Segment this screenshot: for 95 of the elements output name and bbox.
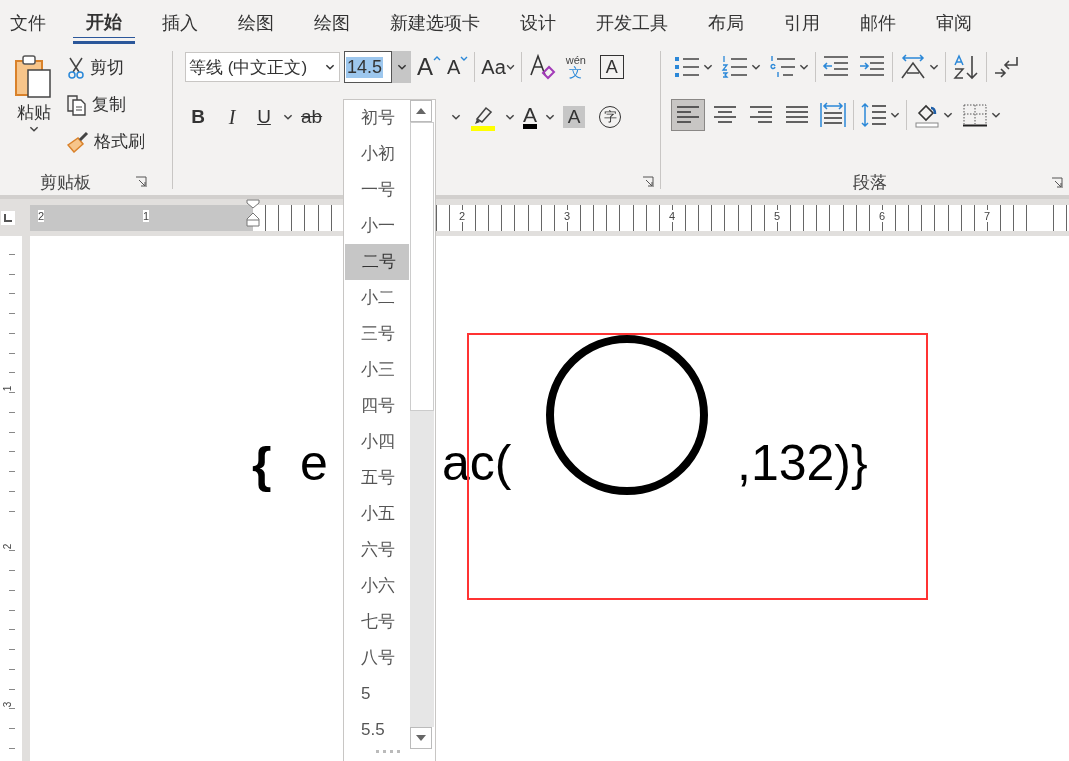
caret-icon bbox=[929, 64, 939, 70]
field-code-text: ,132)} bbox=[737, 434, 868, 492]
clear-formatting-icon[interactable] bbox=[527, 53, 556, 81]
caret-icon bbox=[799, 64, 809, 70]
line-spacing-icon bbox=[860, 102, 888, 128]
caret-icon bbox=[325, 64, 335, 70]
caret-icon bbox=[460, 56, 469, 61]
dialog-launcher-icon[interactable] bbox=[135, 176, 147, 188]
font-size-option[interactable]: 五号 bbox=[344, 460, 409, 496]
ribbon-tab[interactable]: 开发工具 bbox=[583, 0, 681, 45]
caret-icon bbox=[991, 112, 1001, 118]
font-size-option[interactable]: 小三 bbox=[344, 352, 409, 388]
sort-icon bbox=[952, 54, 980, 80]
ribbon-tab[interactable]: 绘图 bbox=[301, 0, 363, 45]
caret-icon bbox=[505, 114, 515, 120]
text-direction-icon bbox=[899, 54, 927, 80]
font-size-option[interactable]: 一号 bbox=[344, 172, 409, 208]
ribbon-tab[interactable]: 新建选项卡 bbox=[377, 0, 493, 45]
caret-icon bbox=[890, 112, 900, 118]
caret-icon bbox=[545, 114, 555, 120]
caret-icon bbox=[751, 64, 761, 70]
font-size-dropdown-button[interactable] bbox=[392, 51, 411, 83]
character-shading-button[interactable]: A bbox=[563, 106, 585, 128]
ribbon-tab[interactable]: 插入 bbox=[149, 0, 211, 45]
paint-bucket-icon bbox=[913, 102, 941, 128]
ribbon-tab[interactable]: 审阅 bbox=[923, 0, 985, 45]
tab-selector-icon[interactable] bbox=[1, 210, 15, 225]
distribute-icon bbox=[819, 102, 847, 128]
font-size-option[interactable]: 八号 bbox=[344, 640, 409, 676]
caret-icon bbox=[283, 114, 293, 120]
group-label: 剪贴板 bbox=[40, 171, 91, 194]
bulleted-list-icon bbox=[673, 54, 701, 80]
align-left-button[interactable] bbox=[671, 99, 705, 131]
bold-button[interactable]: B bbox=[185, 102, 211, 132]
brush-icon bbox=[66, 130, 90, 153]
ribbon-tab[interactable]: 绘图 bbox=[225, 0, 287, 45]
font-size-option[interactable]: 三号 bbox=[344, 316, 409, 352]
group-label: 段落 bbox=[853, 171, 887, 194]
scrollbar-thumb[interactable] bbox=[410, 122, 434, 411]
copy-icon bbox=[66, 93, 88, 116]
font-size-option[interactable]: 七号 bbox=[344, 604, 409, 640]
scroll-up-icon[interactable] bbox=[410, 100, 432, 122]
vertical-ruler: 1 2 3 bbox=[0, 236, 30, 761]
dialog-launcher-icon[interactable] bbox=[642, 176, 654, 188]
character-border-button[interactable]: A bbox=[599, 55, 624, 79]
ribbon-tab[interactable]: 文件 bbox=[0, 0, 59, 45]
caret-up-icon bbox=[433, 56, 441, 61]
caret-icon bbox=[943, 112, 953, 118]
caret-icon bbox=[396, 64, 407, 70]
italic-button[interactable]: I bbox=[219, 102, 245, 132]
font-size-option[interactable]: 初号 bbox=[344, 100, 409, 136]
font-size-option[interactable]: 5.5 bbox=[344, 712, 409, 748]
resize-grip-icon[interactable] bbox=[376, 750, 402, 754]
font-size-option[interactable]: 小六 bbox=[344, 568, 409, 604]
format-painter-button[interactable]: 格式刷 bbox=[66, 125, 145, 158]
ribbon-tab[interactable]: 开始 bbox=[73, 3, 135, 44]
phonetic-guide-button[interactable]: wén 文 bbox=[561, 55, 590, 79]
underline-button[interactable]: U bbox=[253, 102, 275, 132]
font-size-option[interactable]: 小初 bbox=[344, 136, 409, 172]
font-size-option[interactable]: 四号 bbox=[344, 388, 409, 424]
font-size-option[interactable]: 六号 bbox=[344, 532, 409, 568]
caret-icon bbox=[703, 64, 713, 70]
caret-icon bbox=[29, 126, 39, 132]
scroll-down-icon[interactable] bbox=[410, 727, 432, 749]
field-brace: { bbox=[252, 436, 272, 494]
dialog-launcher-icon[interactable] bbox=[1051, 177, 1063, 189]
ribbon-tab[interactable]: 邮件 bbox=[847, 0, 909, 45]
font-size-option[interactable]: 小二 bbox=[344, 280, 409, 316]
clipboard-icon bbox=[15, 55, 51, 98]
change-case-button[interactable]: Aa bbox=[481, 52, 515, 82]
strikethrough-button[interactable]: ab bbox=[301, 102, 327, 132]
numbered-list-icon bbox=[721, 54, 749, 80]
caret-icon bbox=[451, 114, 461, 120]
font-color-button[interactable]: A bbox=[523, 105, 537, 129]
field-code-text: e bbox=[300, 434, 328, 492]
cut-button[interactable]: 剪切 bbox=[66, 51, 145, 84]
copy-button[interactable]: 复制 bbox=[66, 88, 145, 121]
multilevel-list-icon bbox=[769, 54, 797, 80]
font-size-option[interactable]: 二号 bbox=[345, 244, 409, 280]
font-size-field[interactable]: 14.5 bbox=[344, 51, 392, 83]
scrollbar[interactable] bbox=[410, 100, 434, 749]
shrink-font-button[interactable]: A bbox=[447, 52, 469, 82]
ribbon-tab[interactable]: 布局 bbox=[695, 0, 757, 45]
ribbon-tab[interactable]: 设计 bbox=[507, 0, 569, 45]
font-size-option[interactable]: 5 bbox=[344, 676, 409, 712]
ribbon-tab[interactable]: 引用 bbox=[771, 0, 833, 45]
grow-font-button[interactable]: A bbox=[417, 52, 441, 82]
font-name-field[interactable]: 等线 (中文正文) bbox=[185, 52, 340, 82]
paragraph-mark-icon bbox=[993, 54, 1021, 80]
font-size-option[interactable]: 小四 bbox=[344, 424, 409, 460]
scissors-icon bbox=[66, 56, 86, 79]
font-size-option[interactable]: 小五 bbox=[344, 496, 409, 532]
borders-icon bbox=[961, 102, 989, 128]
caret-icon bbox=[505, 64, 515, 70]
paste-button[interactable]: 粘贴 bbox=[10, 51, 58, 169]
